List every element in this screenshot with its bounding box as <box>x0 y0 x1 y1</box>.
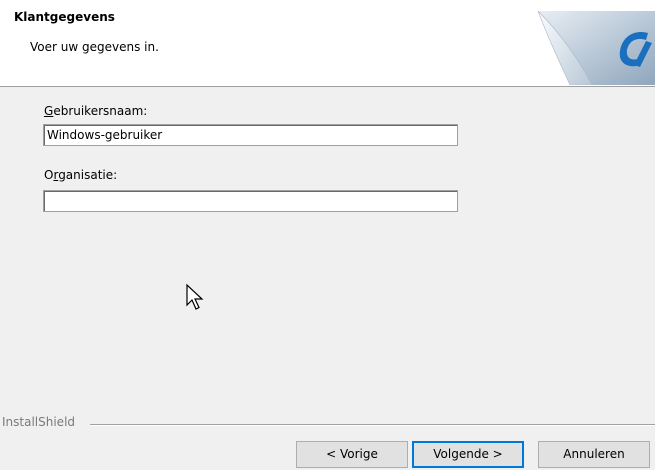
organisation-label: Organisatie: <box>44 168 117 182</box>
username-input[interactable]: Windows-gebruiker <box>43 124 458 146</box>
next-button[interactable]: Volgende > <box>412 441 524 468</box>
header-banner: Klantgegevens Voer uw gegevens in. <box>0 0 655 87</box>
mouse-pointer-icon <box>186 283 204 310</box>
back-button[interactable]: < Vorige <box>296 441 408 468</box>
footer-divider <box>90 424 655 426</box>
page-title: Klantgegevens <box>14 10 115 24</box>
cancel-button[interactable]: Annuleren <box>538 441 650 468</box>
username-label: Gebruikersnaam: <box>44 104 147 118</box>
page-subtitle: Voer uw gegevens in. <box>30 40 159 54</box>
installshield-brand: InstallShield <box>2 415 76 429</box>
organisation-label-text: ganisatie: <box>58 168 118 182</box>
username-label-text: ebruikersnaam: <box>53 104 148 118</box>
installshield-logo-icon <box>537 10 655 85</box>
organisation-input[interactable] <box>43 190 458 212</box>
username-label-accelerator: G <box>44 104 54 118</box>
